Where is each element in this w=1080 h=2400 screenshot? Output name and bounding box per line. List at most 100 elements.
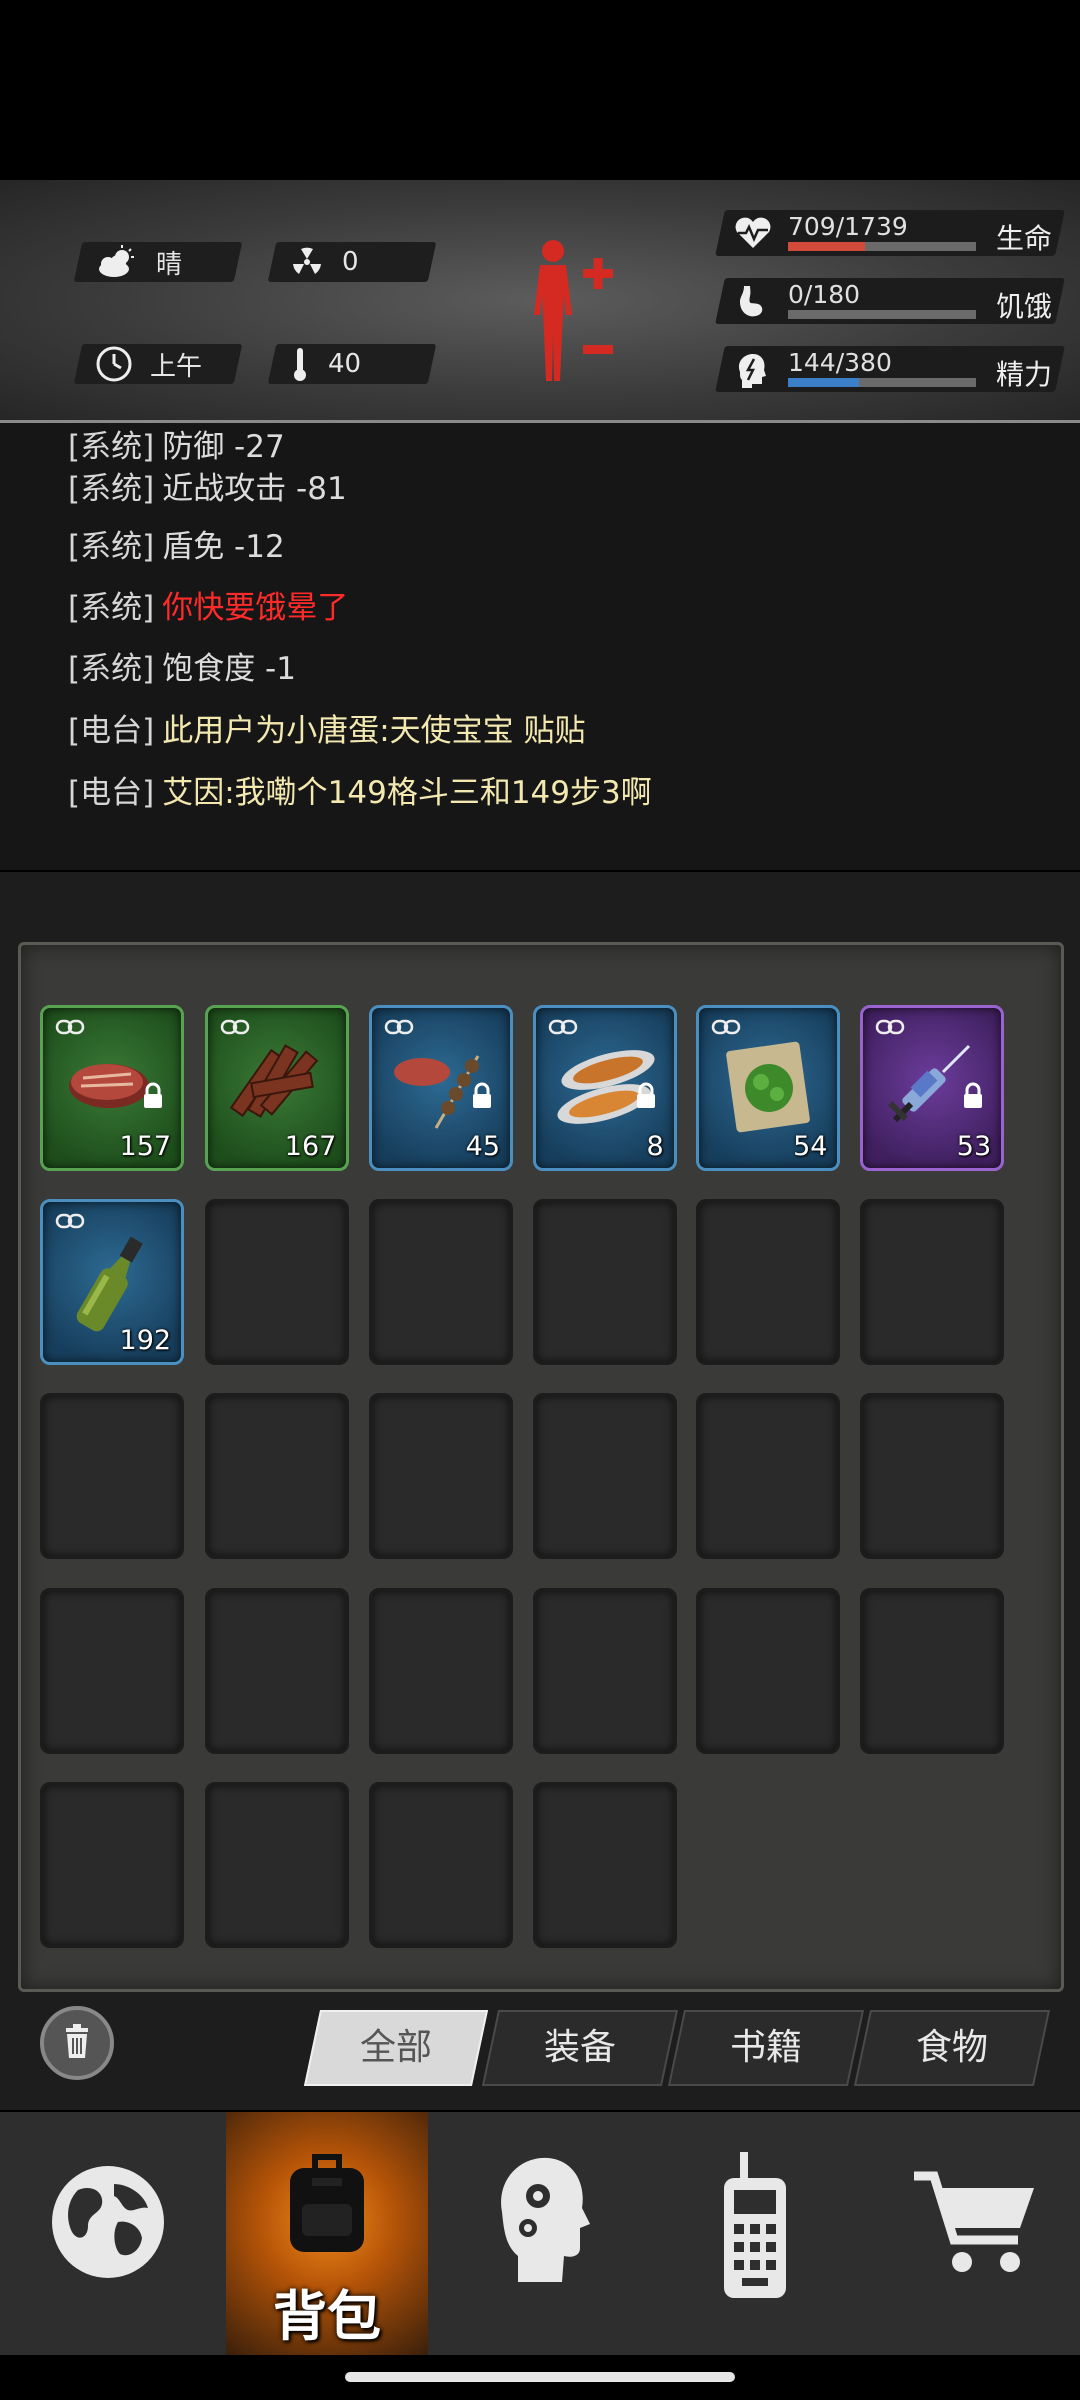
lock-icon (634, 1082, 658, 1114)
home-indicator[interactable] (345, 2372, 735, 2382)
empty-inventory-slot[interactable] (532, 1587, 677, 1754)
inventory-item-steak[interactable]: 157 (40, 1004, 185, 1171)
skills-head-icon (501, 2157, 590, 2282)
log-line: [系统] 盾免 -12 (68, 521, 285, 566)
log-line: [系统] 近战攻击 -81 (68, 463, 347, 508)
time-text: 上午 (150, 351, 203, 382)
radiation-value: 0 (342, 247, 359, 277)
inventory-item-grilled-fish[interactable]: 8 (532, 1004, 677, 1171)
filter-tab-label: 书籍 (729, 2027, 802, 2068)
bound-link-icon (55, 1018, 85, 1040)
log-channel-tag: [系统] (68, 529, 155, 565)
weather-text: 晴 (156, 249, 183, 280)
nav-backpack[interactable]: 背包 (226, 2112, 428, 2355)
nav-skills[interactable] (432, 2112, 644, 2355)
body-status-figure-icon[interactable] (520, 235, 630, 385)
filter-tab[interactable]: 装备 (481, 2010, 679, 2086)
empty-inventory-slot[interactable] (40, 1587, 185, 1754)
energy-stat: 144/380 精力 (715, 346, 1065, 392)
hunger-stat: 0/180 饥饿 (715, 278, 1065, 324)
globe-icon (52, 2166, 164, 2278)
empty-inventory-slot[interactable] (696, 1587, 841, 1754)
empty-inventory-slot[interactable] (532, 1198, 677, 1365)
inventory-item-skewer[interactable]: 45 (369, 1004, 514, 1171)
log-line: [系统] 你快要饿晕了 (68, 582, 348, 627)
message-log[interactable]: [系统] 防御 -27 [系统] 近战攻击 -81 [系统] 盾免 -12 [系统] 你快要饿… (0, 423, 1080, 870)
item-quantity: 8 (646, 1130, 664, 1162)
empty-inventory-slot[interactable] (205, 1198, 350, 1365)
log-message-text: 防御 -27 (162, 429, 285, 465)
brain-energy-icon (738, 354, 766, 388)
weather-indicator: 晴 (73, 242, 243, 282)
empty-inventory-slot[interactable] (860, 1393, 1005, 1560)
empty-inventory-slot[interactable] (205, 1587, 350, 1754)
heart-icon (735, 217, 771, 248)
empty-inventory-slot[interactable] (40, 1781, 185, 1948)
empty-inventory-slot[interactable] (369, 1781, 514, 1948)
nav-backpack-label: 背包 (273, 2285, 381, 2348)
radiation-icon (293, 247, 321, 274)
log-line: [电台] 艾因:我嘞个149格斗三和149步3啊 (68, 767, 652, 812)
empty-inventory-slot[interactable] (369, 1393, 514, 1560)
log-channel-tag: [电台] (68, 775, 155, 811)
hunger-value: 0/180 (788, 280, 861, 309)
bound-link-icon (711, 1018, 741, 1040)
nav-world-map[interactable] (0, 2112, 222, 2355)
energy-value: 144/380 (788, 348, 892, 377)
discard-trash-button[interactable] (40, 2006, 114, 2080)
log-message-text: 此用户为小唐蛋:天使宝宝 贴贴 (162, 713, 586, 749)
log-message-text: 你快要饿晕了 (162, 590, 349, 626)
empty-inventory-slot[interactable] (696, 1393, 841, 1560)
empty-inventory-slot[interactable] (369, 1198, 514, 1365)
inventory-item-herb-poultice[interactable]: 54 (696, 1004, 841, 1171)
radio-icon (724, 2152, 786, 2298)
log-channel-tag: [系统] (68, 590, 155, 626)
log-channel-tag: [系统] (68, 429, 155, 465)
empty-inventory-slot[interactable] (369, 1587, 514, 1754)
game-screen: 晴 0 上午 40 709/1739 生命 0/180 饥饿 144/380 精… (0, 0, 1080, 2400)
empty-inventory-slot[interactable] (860, 1198, 1005, 1365)
bound-link-icon (875, 1018, 905, 1040)
bound-link-icon (220, 1018, 250, 1040)
lock-icon (141, 1082, 165, 1114)
empty-inventory-slot[interactable] (532, 1393, 677, 1560)
log-message-text: 饱食度 -1 (162, 651, 296, 687)
temperature-value: 40 (328, 349, 362, 379)
inventory-item-syringe[interactable]: 53 (860, 1004, 1005, 1171)
bound-link-icon (55, 1212, 85, 1234)
empty-inventory-slot[interactable] (532, 1781, 677, 1948)
herb-poultice-icon (713, 1038, 823, 1138)
health-bar (788, 242, 976, 251)
filter-tab-label: 全部 (359, 2027, 432, 2068)
inventory-item-bottle[interactable]: 192 (40, 1198, 185, 1365)
bound-link-icon (548, 1018, 578, 1040)
stomach-icon (740, 286, 763, 317)
log-line: [系统] 防御 -27 (68, 423, 285, 466)
empty-inventory-slot[interactable] (40, 1393, 185, 1560)
jerky-icon (222, 1038, 332, 1138)
log-message-text: 盾免 -12 (162, 529, 285, 565)
nav-radio[interactable] (648, 2112, 860, 2355)
thermometer-icon (294, 348, 306, 381)
bound-link-icon (384, 1018, 414, 1040)
log-message-text: 近战攻击 -81 (162, 471, 347, 507)
filter-tab[interactable]: 书籍 (667, 2010, 865, 2086)
item-quantity: 157 (119, 1130, 172, 1162)
radiation-indicator: 0 (267, 242, 437, 282)
empty-inventory-slot[interactable] (860, 1587, 1005, 1754)
nav-shop[interactable] (864, 2112, 1080, 2355)
inventory-item-jerky[interactable]: 167 (205, 1004, 350, 1171)
health-value: 709/1739 (788, 212, 908, 241)
energy-label: 精力 (995, 358, 1052, 391)
empty-inventory-slot[interactable] (696, 1198, 841, 1365)
item-quantity: 167 (284, 1130, 337, 1162)
filter-tab[interactable]: 食物 (853, 2010, 1051, 2086)
empty-inventory-slot[interactable] (205, 1393, 350, 1560)
filter-tab[interactable]: 全部 (303, 2010, 489, 2086)
log-message-text: 艾因:我嘞个149格斗三和149步3啊 (162, 775, 652, 811)
hunger-bar (788, 310, 976, 319)
log-line: [系统] 饱食度 -1 (68, 643, 296, 688)
empty-inventory-slot[interactable] (205, 1781, 350, 1948)
hunger-label: 饥饿 (995, 290, 1052, 323)
temperature-indicator: 40 (267, 344, 437, 384)
